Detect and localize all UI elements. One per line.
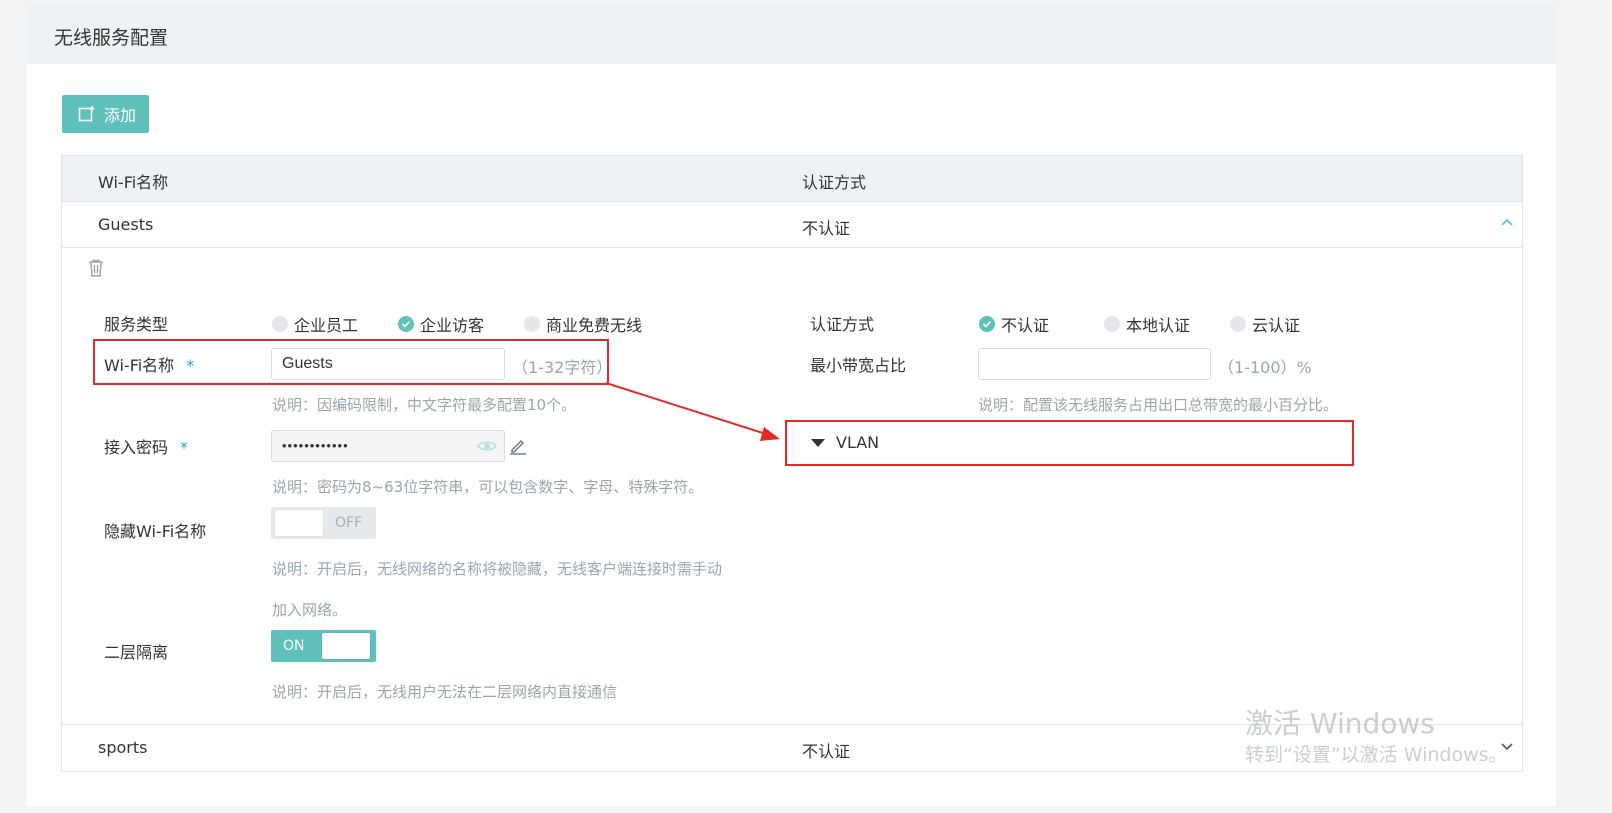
- watermark-title: 激活 Windows: [1245, 707, 1435, 740]
- watermark-subtitle: 转到“设置”以激活 Windows。: [1245, 744, 1508, 766]
- scrollbar[interactable]: [1560, 0, 1568, 813]
- annotation-arrow-icon: [605, 382, 780, 441]
